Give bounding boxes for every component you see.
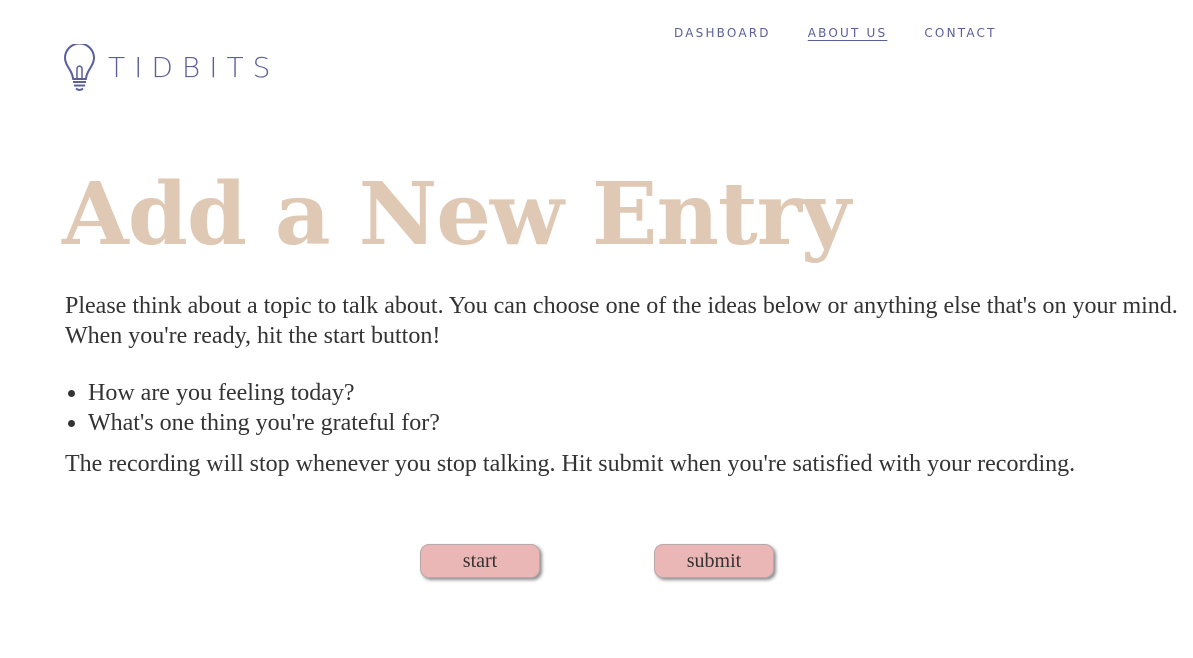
- submit-button[interactable]: submit: [654, 544, 774, 578]
- intro-text: Please think about a topic to talk about…: [65, 293, 1178, 349]
- recording-note: The recording will stop whenever you sto…: [65, 451, 1076, 477]
- idea-item: What's one thing you're grateful for?: [88, 408, 440, 438]
- idea-list: How are you feeling today? What's one th…: [65, 378, 440, 438]
- lightbulb-icon: [64, 44, 95, 91]
- brand-logo[interactable]: TIDBITS: [63, 44, 279, 92]
- nav-contact-link[interactable]: CONTACT: [924, 26, 996, 40]
- page-title: Add a New Entry: [62, 164, 851, 265]
- start-button[interactable]: start: [420, 544, 540, 578]
- main-nav: DASHBOARD ABOUT US CONTACT: [674, 26, 997, 40]
- brand-name: TIDBITS: [108, 51, 280, 84]
- idea-item: How are you feeling today?: [88, 378, 440, 408]
- nav-dashboard-link[interactable]: DASHBOARD: [674, 26, 771, 40]
- nav-about-us-link[interactable]: ABOUT US: [808, 26, 888, 40]
